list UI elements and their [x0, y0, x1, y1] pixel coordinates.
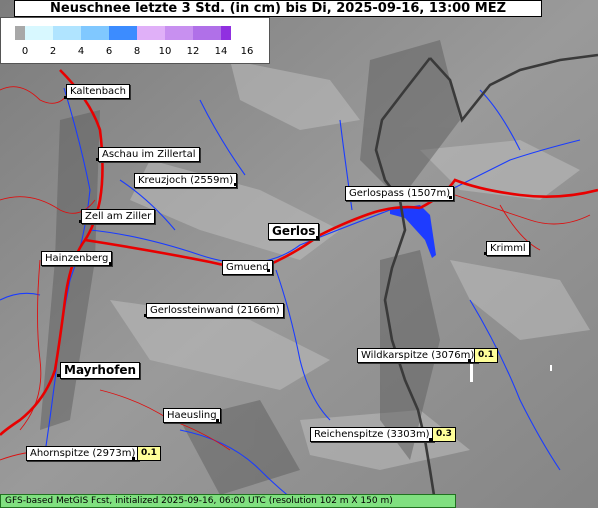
- place-label-aschau[interactable]: Aschau im Zillertal: [98, 147, 200, 162]
- place-marker: [234, 183, 237, 186]
- snow-value-badge: 0.1: [137, 446, 161, 461]
- place-label-wildkarspitze[interactable]: Wildkarspitze (3076m): [357, 348, 479, 363]
- legend-tick: 16: [240, 46, 254, 57]
- place-label-kaltenbach[interactable]: Kaltenbach: [66, 84, 131, 99]
- place-marker: [449, 196, 452, 199]
- place-marker: [484, 252, 487, 255]
- legend-ticks: 0 2 4 6 8 10 12 14 16: [1, 46, 271, 60]
- place-label-zell-am-ziller[interactable]: Zell am Ziller: [81, 209, 156, 224]
- place-label-gerlos[interactable]: Gerlos: [268, 223, 320, 240]
- place-marker: [64, 96, 67, 99]
- place-marker: [132, 457, 135, 460]
- legend-swatch: [137, 26, 165, 40]
- place-marker: [96, 158, 99, 161]
- place-label-ahornspitze[interactable]: Ahornspitze (2973m): [26, 446, 140, 461]
- place-marker: [109, 262, 112, 265]
- snow-value-badge: 0.3: [432, 427, 456, 442]
- legend-swatch: [109, 26, 137, 40]
- place-marker: [144, 314, 147, 317]
- place-marker: [316, 236, 319, 239]
- snow-value-badge: 0.1: [474, 348, 498, 363]
- legend-tick: 0: [21, 46, 29, 57]
- legend-tick: 10: [158, 46, 172, 57]
- legend-color-scale: [15, 26, 231, 40]
- legend-swatch: [15, 26, 25, 40]
- map-title: Neuschnee letzte 3 Std. (in cm) bis Di, …: [14, 0, 542, 17]
- place-label-hainzenberg[interactable]: Hainzenberg: [41, 251, 113, 266]
- place-marker: [79, 220, 82, 223]
- place-label-kreuzjoch[interactable]: Kreuzjoch (2559m): [134, 173, 238, 188]
- legend-tick: 8: [133, 46, 141, 57]
- legend-tick: 14: [214, 46, 228, 57]
- place-marker: [216, 419, 219, 422]
- place-marker: [57, 374, 60, 377]
- legend-tick: 2: [49, 46, 57, 57]
- place-label-reichenspitze[interactable]: Reichenspitze (3303m): [310, 427, 434, 442]
- place-label-gmuend[interactable]: Gmuend: [222, 260, 273, 275]
- place-label-krimml[interactable]: Krimml: [486, 241, 530, 256]
- legend-swatch: [193, 26, 221, 40]
- forecast-map: Neuschnee letzte 3 Std. (in cm) bis Di, …: [0, 0, 598, 508]
- legend-swatch: [81, 26, 109, 40]
- legend-swatch: [53, 26, 81, 40]
- color-legend: 0 2 4 6 8 10 12 14 16: [0, 17, 270, 64]
- legend-swatch: [25, 26, 53, 40]
- legend-tick: 4: [77, 46, 85, 57]
- place-label-gerlossteinwand[interactable]: Gerlossteinwand (2166m): [146, 303, 284, 318]
- forecast-info-footer: GFS-based MetGIS Fcst, initialized 2025-…: [0, 494, 456, 508]
- legend-swatch: [221, 26, 231, 40]
- place-label-haeusling[interactable]: Haeusling: [163, 408, 221, 423]
- place-label-mayrhofen[interactable]: Mayrhofen: [60, 362, 141, 379]
- place-marker: [267, 269, 270, 272]
- legend-tick: 12: [186, 46, 200, 57]
- legend-tick: 6: [105, 46, 113, 57]
- place-marker: [468, 359, 471, 362]
- legend-swatch: [165, 26, 193, 40]
- place-label-gerlospass[interactable]: Gerlospass (1507m): [345, 186, 455, 201]
